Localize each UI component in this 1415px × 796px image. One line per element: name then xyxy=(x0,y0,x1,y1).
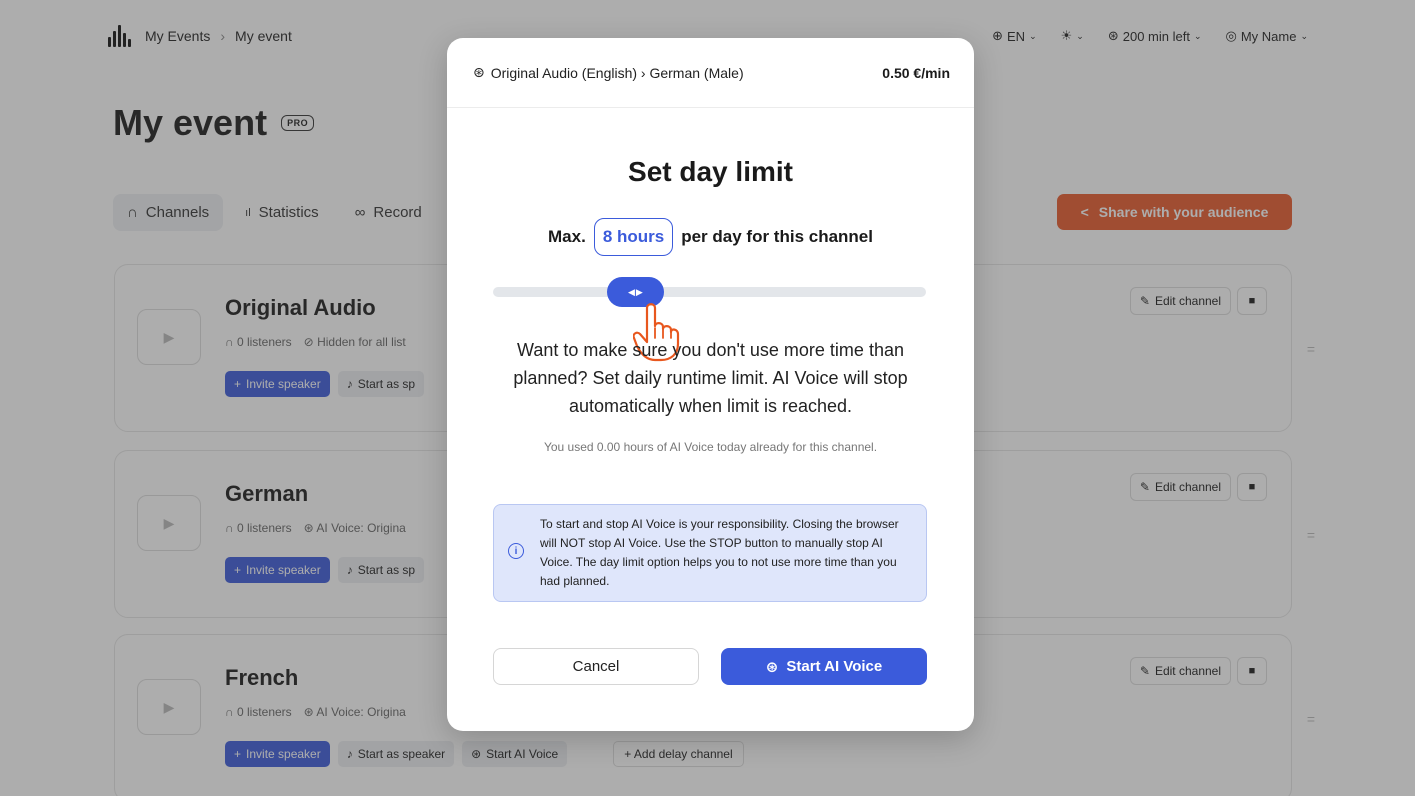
responsibility-notice: i To start and stop AI Voice is your res… xyxy=(493,504,927,602)
max-hours-row: Max. 8 hours per day for this channel xyxy=(447,218,974,256)
channel-route: ⊛ Original Audio (English) › German (Mal… xyxy=(473,64,744,81)
limit-description: Want to make sure you don't use more tim… xyxy=(513,340,908,416)
slider-arrows-icon: ◀▶ xyxy=(627,286,644,297)
day-limit-slider-track[interactable] xyxy=(493,287,926,297)
start-ai-voice-label: Start AI Voice xyxy=(786,658,883,675)
channel-route-text: Original Audio (English) › German (Male) xyxy=(490,64,744,81)
price-per-minute: 0.50 €/min xyxy=(882,64,950,81)
notice-text: To start and stop AI Voice is your respo… xyxy=(540,517,899,588)
hours-value: 8 hours xyxy=(593,218,674,256)
chip-icon: ⊛ xyxy=(765,658,779,676)
start-ai-voice-button[interactable]: ⊛ Start AI Voice xyxy=(721,648,927,685)
max-suffix: per day for this channel xyxy=(681,227,873,246)
max-prefix: Max. xyxy=(548,227,586,246)
chip-icon: ⊛ xyxy=(473,64,485,80)
day-limit-modal: ⊛ Original Audio (English) › German (Mal… xyxy=(447,38,974,731)
info-icon: i xyxy=(508,543,524,559)
modal-header: ⊛ Original Audio (English) › German (Mal… xyxy=(447,38,974,108)
modal-title: Set day limit xyxy=(628,156,793,187)
usage-today-text: You used 0.00 hours of AI Voice today al… xyxy=(543,440,878,454)
cancel-button[interactable]: Cancel xyxy=(493,648,699,685)
